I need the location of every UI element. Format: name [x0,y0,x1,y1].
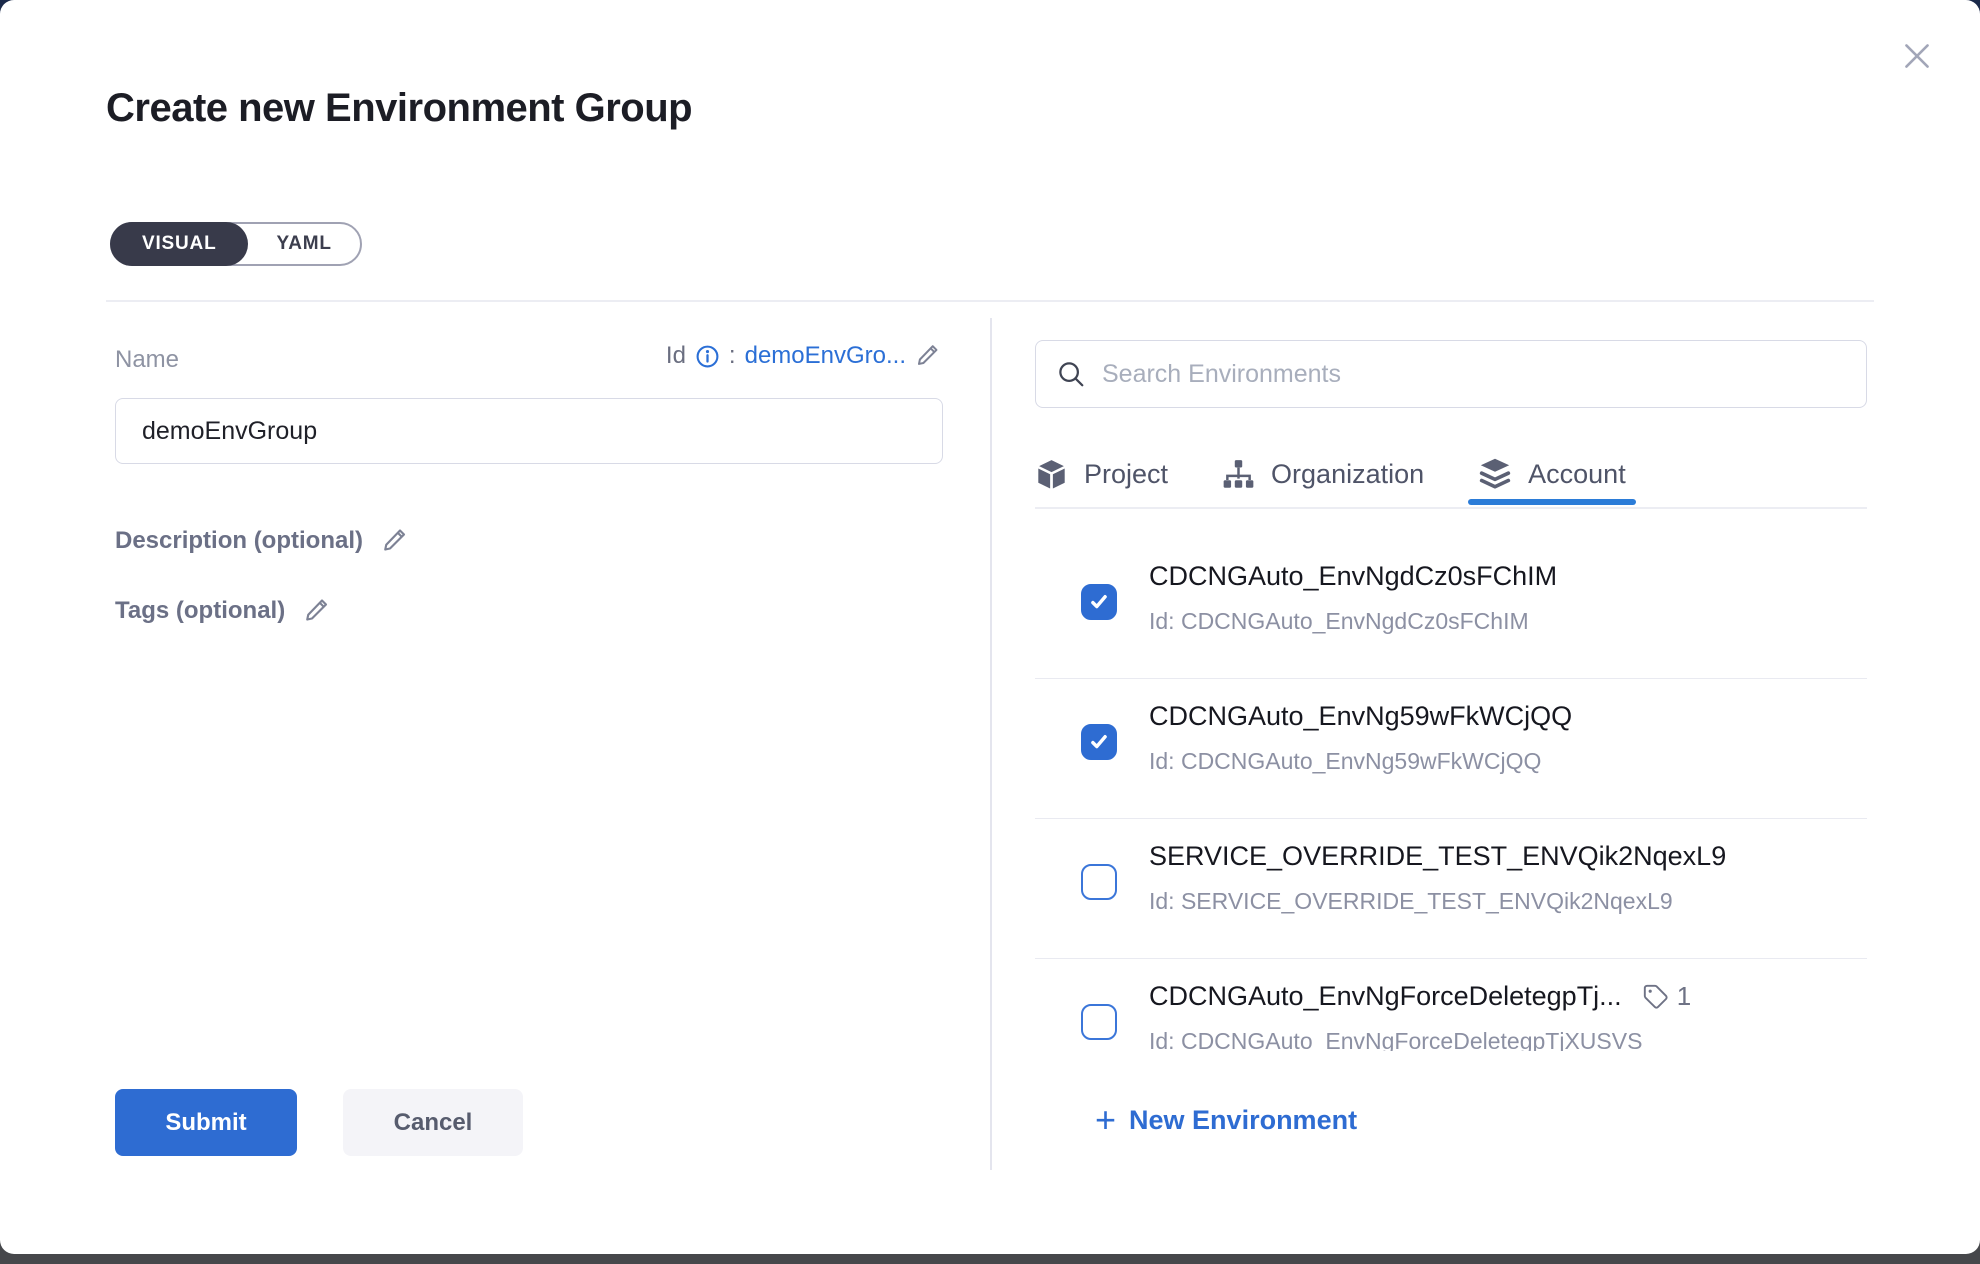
environment-checkbox[interactable] [1081,584,1117,620]
tab-label: Account [1528,459,1626,490]
submit-button[interactable]: Submit [115,1089,297,1156]
description-label: Description (optional) [115,527,363,555]
tags-row: Tags (optional) [115,596,333,626]
entity-id-value[interactable]: demoEnvGro... [745,342,906,370]
environment-id: Id: SERVICE_OVERRIDE_TEST_ENVQik2NqexL9 [1149,888,1726,915]
info-icon[interactable] [695,344,720,369]
environment-id: Id: CDCNGAuto_EnvNgForceDeletegpTjXUSVS [1149,1028,1691,1051]
create-env-group-modal: Create new Environment Group VISUAL YAML… [0,0,1980,1254]
modal-title: Create new Environment Group [106,86,692,131]
screen-backdrop: Create new Environment Group VISUAL YAML… [0,0,1980,1264]
tag-badge: 1 [1642,981,1691,1012]
environment-id: Id: CDCNGAuto_EnvNgdCz0sFChIM [1149,608,1557,635]
id-separator: : [729,342,736,370]
new-environment-button[interactable]: + New Environment [1095,1102,1357,1138]
tab-project[interactable]: Project [1035,458,1168,491]
cancel-button[interactable]: Cancel [343,1089,523,1156]
cube-icon [1035,458,1068,491]
environment-row[interactable]: SERVICE_OVERRIDE_TEST_ENVQik2NqexL9 Id: … [1035,819,1867,959]
new-environment-label: New Environment [1129,1105,1357,1136]
toggle-visual[interactable]: VISUAL [110,222,248,266]
environment-id: Id: CDCNGAuto_EnvNg59wFkWCjQQ [1149,748,1572,775]
environment-info: SERVICE_OVERRIDE_TEST_ENVQik2NqexL9 Id: … [1149,841,1726,915]
edit-description-pencil-icon[interactable] [381,526,411,556]
scope-tabs: Project Organization Account [1035,442,1867,506]
environment-checkbox[interactable] [1081,724,1117,760]
environment-name: CDCNGAuto_EnvNgdCz0sFChIM [1149,561,1557,592]
plus-icon: + [1095,1102,1116,1138]
search-environments-input[interactable] [1102,360,1846,389]
tag-icon [1642,983,1669,1010]
tab-label: Project [1084,459,1168,490]
environment-checkbox[interactable] [1081,864,1117,900]
name-input[interactable] [115,398,943,464]
tags-label: Tags (optional) [115,597,285,625]
environment-info: CDCNGAuto_EnvNgForceDeletegpTj... 1 Id: … [1149,981,1691,1051]
tab-label: Organization [1271,459,1424,490]
edit-tags-pencil-icon[interactable] [303,596,333,626]
org-tree-icon [1222,458,1255,491]
environment-name: CDCNGAuto_EnvNg59wFkWCjQQ [1149,701,1572,732]
environment-checkbox[interactable] [1081,1004,1117,1040]
tag-count: 1 [1677,981,1691,1012]
environment-info: CDCNGAuto_EnvNg59wFkWCjQQ Id: CDCNGAuto_… [1149,701,1572,775]
tab-account[interactable]: Account [1478,457,1626,491]
environment-row[interactable]: CDCNGAuto_EnvNgdCz0sFChIM Id: CDCNGAuto_… [1035,539,1867,679]
header-divider [106,300,1874,302]
environment-info: CDCNGAuto_EnvNgdCz0sFChIM Id: CDCNGAuto_… [1149,561,1557,635]
toggle-yaml[interactable]: YAML [248,224,359,264]
search-environments-box [1035,340,1867,408]
close-icon[interactable] [1896,36,1938,78]
environment-row[interactable]: CDCNGAuto_EnvNg59wFkWCjQQ Id: CDCNGAuto_… [1035,679,1867,819]
visual-yaml-toggle: VISUAL YAML [110,222,362,266]
description-row: Description (optional) [115,526,411,556]
environment-name: CDCNGAuto_EnvNgForceDeletegpTj... [1149,981,1622,1012]
entity-id-row: Id : demoEnvGro... [115,342,943,370]
environment-row[interactable]: CDCNGAuto_EnvNgForceDeletegpTj... 1 Id: … [1035,959,1867,1051]
id-label: Id [666,342,686,370]
edit-id-pencil-icon[interactable] [915,342,943,370]
environment-name: SERVICE_OVERRIDE_TEST_ENVQik2NqexL9 [1149,841,1726,872]
vertical-divider [990,318,992,1170]
environment-list: CDCNGAuto_EnvNgdCz0sFChIM Id: CDCNGAuto_… [1035,509,1867,1051]
tab-organization[interactable]: Organization [1222,458,1424,491]
search-icon [1056,359,1086,389]
layers-icon [1478,457,1512,491]
